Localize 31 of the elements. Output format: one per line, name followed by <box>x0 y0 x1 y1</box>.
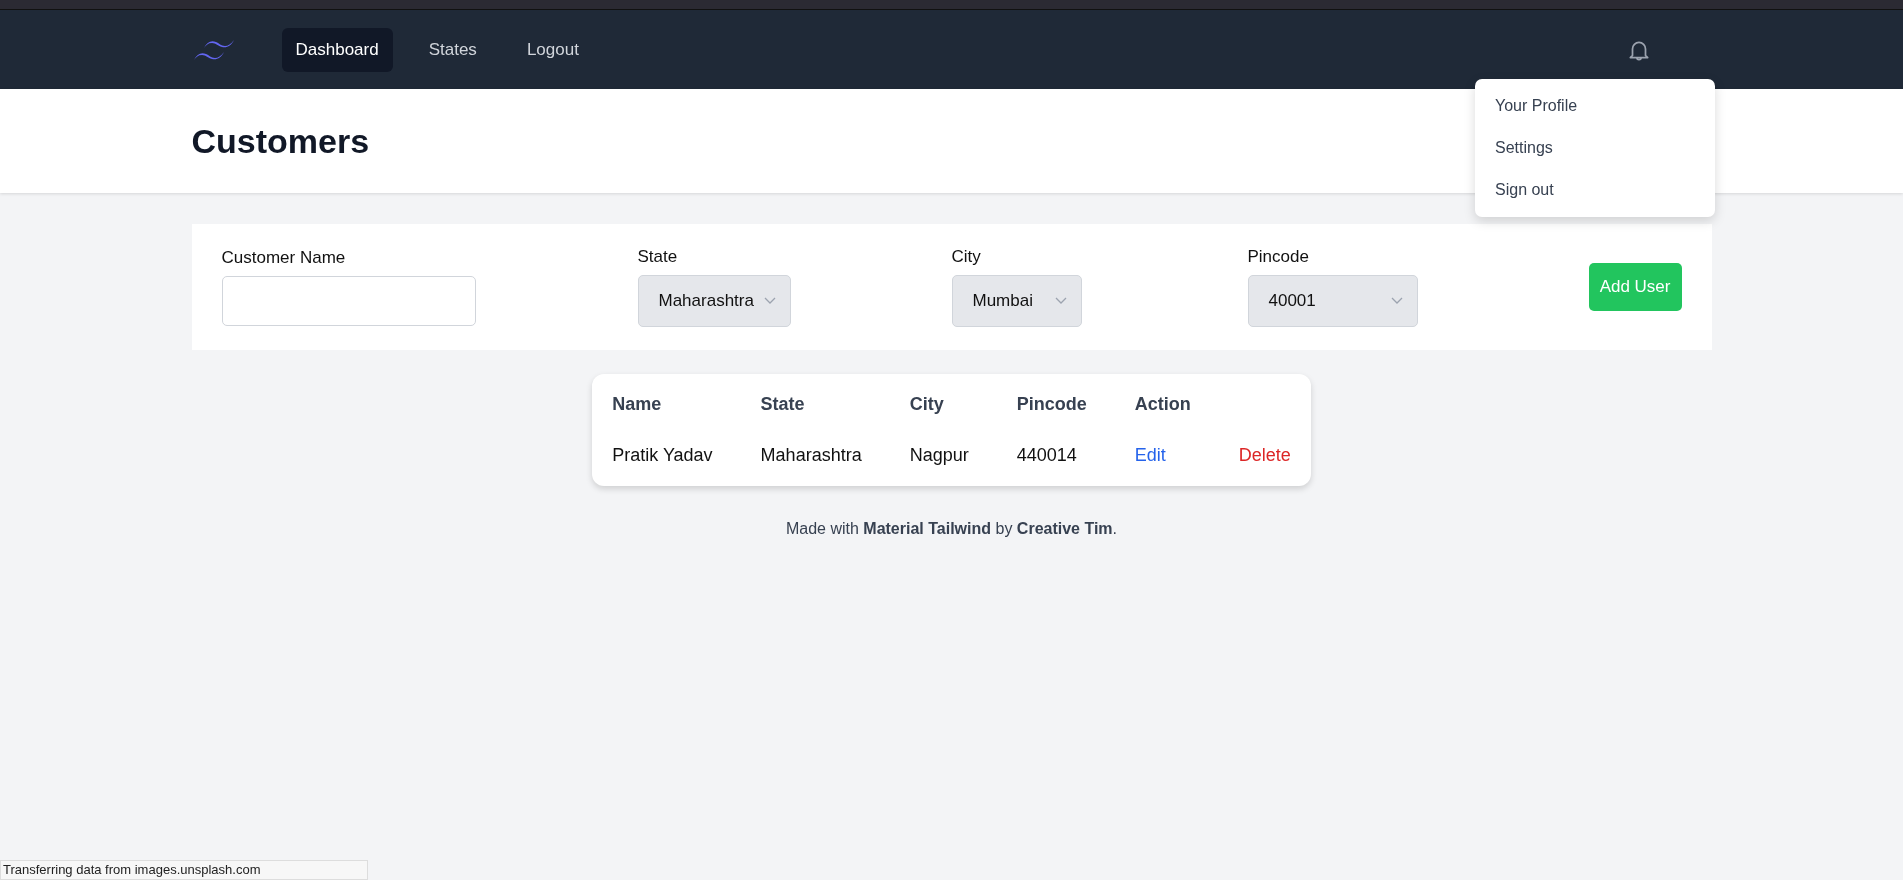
chevron-down-icon <box>1054 297 1067 305</box>
menu-item[interactable]: Settings <box>1475 127 1715 169</box>
status-bar: Transferring data from images.unsplash.com <box>0 860 368 880</box>
edit-link[interactable]: Edit <box>1134 445 1166 465</box>
column-header: State <box>760 380 910 429</box>
table-cell-text: 440014 <box>1016 444 1078 467</box>
menu-item[interactable]: Your Profile <box>1475 85 1715 127</box>
chevron-down-icon <box>1390 297 1403 305</box>
column-header: City <box>909 380 1017 429</box>
select-dropdown[interactable]: Maharashtra <box>637 275 791 327</box>
column-header: Action <box>1134 393 1192 416</box>
chevron-down-icon <box>763 297 776 305</box>
delete-link[interactable]: Delete <box>1238 445 1291 465</box>
select-dropdown[interactable]: 40001 <box>1247 275 1418 327</box>
text-input[interactable] <box>221 276 476 326</box>
table-cell: Nagpur <box>909 429 1017 480</box>
field-label: State <box>637 247 679 267</box>
field-label: City <box>951 247 982 267</box>
page-title: Customers <box>191 121 370 161</box>
field-label: Pincode <box>1247 247 1310 267</box>
nav-link[interactable]: Dashboard <box>281 27 393 72</box>
column-header: Name <box>612 380 761 429</box>
select-dropdown[interactable]: Mumbai <box>951 275 1082 327</box>
table-cell: Pratik Yadav <box>612 429 761 480</box>
field-label: Customer Name <box>221 248 347 268</box>
nav-link[interactable]: States <box>414 27 491 72</box>
column-header: Pincode <box>1016 380 1135 429</box>
table-cell-text: Maharashtra <box>760 444 863 467</box>
menu-item[interactable]: Sign out <box>1475 169 1715 211</box>
nav-link[interactable]: Logout <box>512 27 593 72</box>
footer-text: Made with Material Tailwind by Creative Tim. <box>785 520 1118 538</box>
